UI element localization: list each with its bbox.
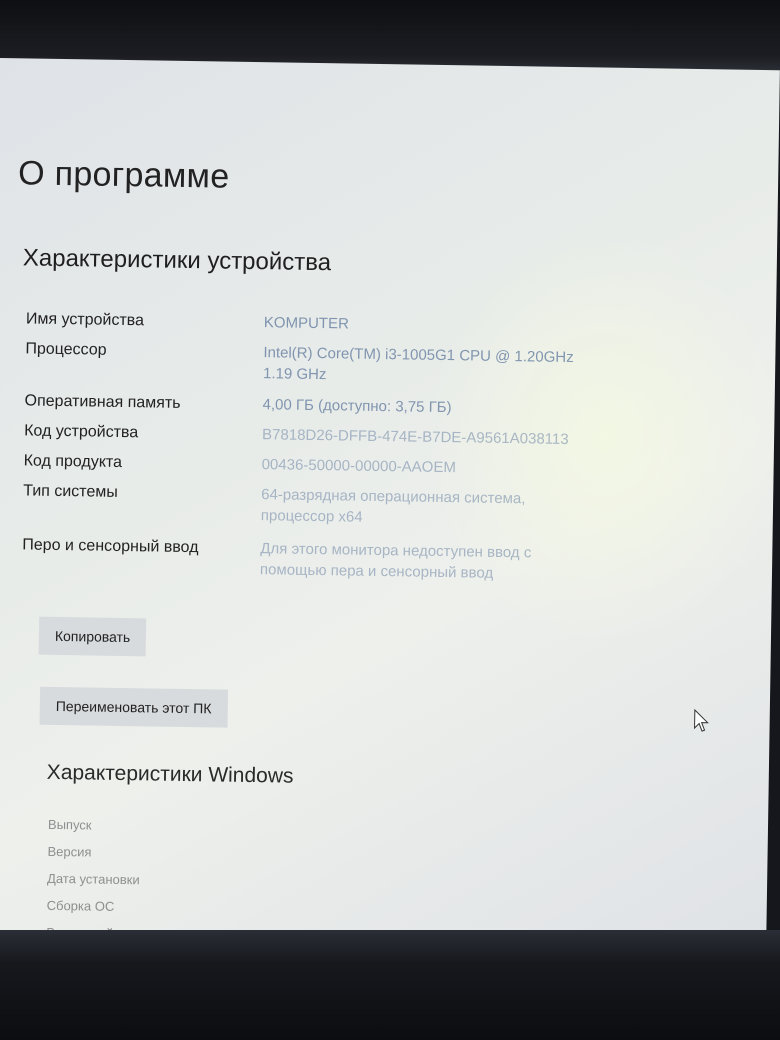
spec-label: Тип системы bbox=[23, 482, 118, 501]
settings-window: О программе Характеристики устройства Им… bbox=[0, 58, 780, 956]
windows-spec-os-build: Сборка ОС bbox=[46, 897, 115, 914]
spec-label: Перо и сенсорный ввод bbox=[22, 536, 199, 557]
spec-value[interactable]: Intel(R) Core(TM) i3-1005G1 CPU @ 1.20GH… bbox=[263, 342, 604, 389]
spec-value[interactable]: Для этого монитора недоступен ввод с пом… bbox=[260, 538, 601, 585]
spec-label: Код устройства bbox=[24, 422, 139, 442]
spec-label: Имя устройства bbox=[25, 310, 145, 330]
device-specs-list: Имя устройства KOMPUTER Процессор Intel(… bbox=[22, 308, 626, 593]
spec-row-ram: Оперативная память 4,00 ГБ (доступно: 3,… bbox=[24, 390, 624, 421]
windows-spec-edition: Выпуск bbox=[47, 816, 92, 833]
spec-value[interactable]: 00436-50000-00000-AAOEM bbox=[261, 454, 601, 481]
spec-value[interactable]: KOMPUTER bbox=[264, 312, 604, 339]
spec-label: Процессор bbox=[25, 340, 107, 359]
windows-spec-version: Версия bbox=[47, 843, 92, 860]
spec-label: Код продукта bbox=[23, 452, 123, 471]
device-specs-heading: Характеристики устройства bbox=[22, 244, 332, 277]
page-title: О программе bbox=[17, 154, 230, 196]
spec-label: Оперативная память bbox=[24, 392, 181, 412]
windows-spec-install-date: Дата установки bbox=[47, 870, 140, 888]
mouse-cursor-icon bbox=[694, 708, 709, 732]
spec-value[interactable]: 4,00 ГБ (доступно: 3,75 ГБ) bbox=[262, 394, 602, 421]
spec-row-system-type: Тип системы 64-разрядная операционная си… bbox=[23, 480, 624, 531]
monitor-bezel-bottom bbox=[0, 930, 780, 1040]
rename-pc-button[interactable]: Переименовать этот ПК bbox=[39, 686, 228, 728]
spec-row-device-id: Код устройства B7818D26-DFFB-474E-B7DE-A… bbox=[24, 420, 624, 451]
spec-value[interactable]: 64-разрядная операционная система, проце… bbox=[261, 484, 602, 531]
copy-button[interactable]: Копировать bbox=[38, 616, 147, 657]
spec-row-product-id: Код продукта 00436-50000-00000-AAOEM bbox=[23, 450, 623, 481]
windows-specs-heading: Характеристики Windows bbox=[46, 760, 294, 788]
spec-row-pen-touch: Перо и сенсорный ввод Для этого монитора… bbox=[22, 534, 623, 585]
spec-row-device-name: Имя устройства KOMPUTER bbox=[26, 308, 626, 339]
windows-specs-list: Выпуск Версия Дата установки Сборка ОС В… bbox=[46, 811, 149, 948]
spec-row-processor: Процессор Intel(R) Core(TM) i3-1005G1 CP… bbox=[25, 338, 626, 389]
spec-value[interactable]: B7818D26-DFFB-474E-B7DE-A9561A038113 bbox=[262, 424, 602, 451]
